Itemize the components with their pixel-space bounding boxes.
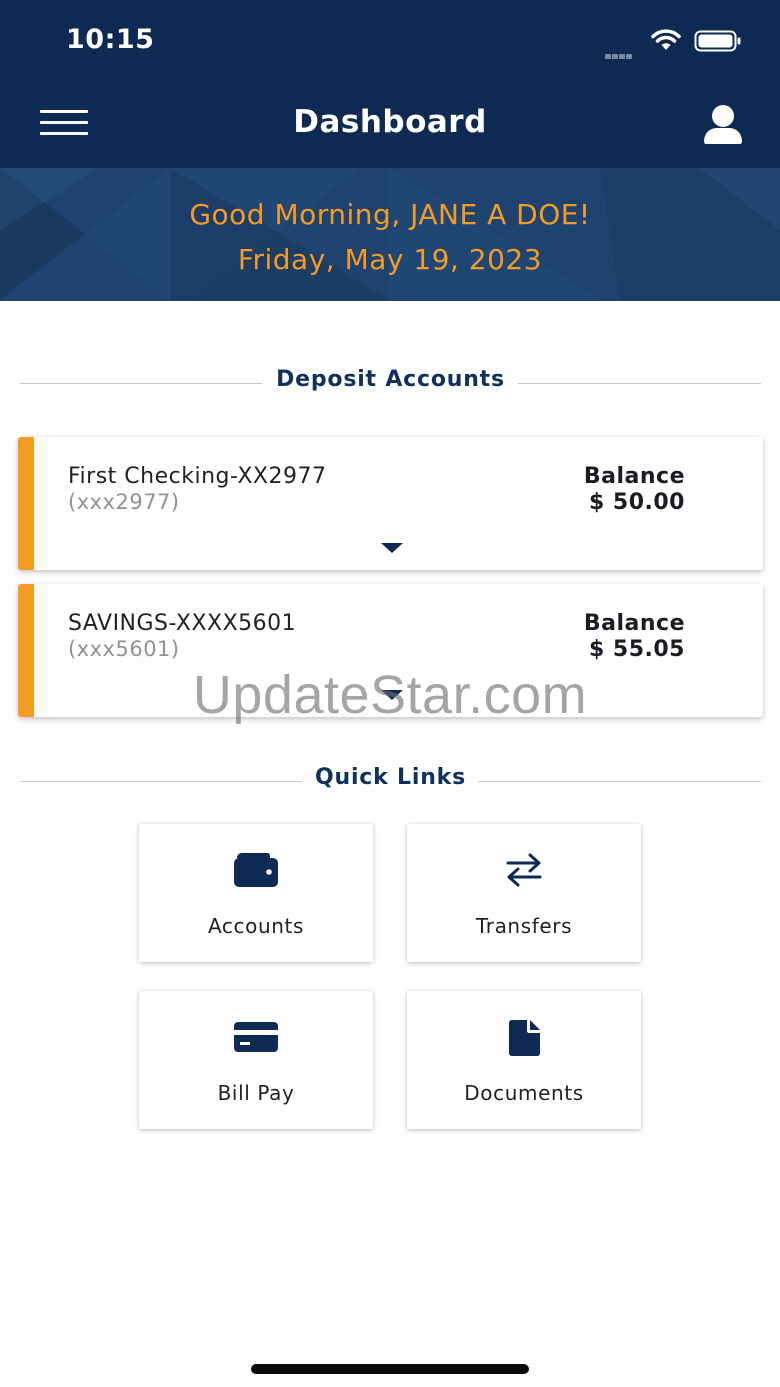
current-date: Friday, May 19, 2023 [237, 243, 543, 276]
page-title: Dashboard [293, 104, 487, 140]
app-header: 10:15 Dashboard Good Morning, JANE A DOE… [0, 0, 780, 301]
account-accent-bar [18, 437, 34, 570]
section-title: Quick Links [315, 765, 466, 790]
credit-card-icon [139, 1019, 373, 1059]
quick-link-label: Accounts [208, 914, 304, 938]
quick-link-label: Bill Pay [217, 1081, 295, 1105]
quick-links-heading: Quick Links [20, 765, 761, 795]
divider-line [478, 781, 761, 782]
account-name: First Checking-XX2977 [68, 464, 327, 489]
account-name: SAVINGS-XXXX5601 [68, 611, 297, 636]
greeting-text: Good Morning, JANE A DOE! [189, 198, 591, 231]
cellular-signal-icon [605, 44, 633, 63]
quick-link-bill-pay[interactable]: Bill Pay [139, 991, 373, 1129]
wallet-icon [139, 852, 373, 892]
home-indicator[interactable] [251, 1364, 529, 1374]
status-bar: 10:15 [0, 0, 780, 80]
navigation-bar: Dashboard [0, 90, 780, 160]
quick-link-documents[interactable]: Documents [407, 991, 641, 1129]
balance-amount: $ 55.05 [588, 637, 685, 662]
quick-link-label: Documents [464, 1081, 584, 1105]
section-title: Deposit Accounts [276, 367, 505, 392]
document-icon [407, 1019, 641, 1059]
balance-label: Balance [583, 611, 685, 636]
user-profile-icon[interactable] [700, 104, 746, 144]
status-time: 10:15 [66, 24, 155, 55]
battery-icon [694, 30, 741, 52]
account-number: (xxx5601) [68, 637, 180, 661]
account-card-checking[interactable]: First Checking-XX2977 (xxx2977) Balance … [18, 437, 763, 570]
quick-link-accounts[interactable]: Accounts [139, 824, 373, 962]
caret-down-icon[interactable] [380, 541, 404, 555]
balance-amount: $ 50.00 [588, 490, 685, 515]
deposit-accounts-heading: Deposit Accounts [20, 367, 761, 397]
divider-line [518, 383, 761, 384]
quick-link-label: Transfers [475, 914, 573, 938]
quick-link-transfers[interactable]: Transfers [407, 824, 641, 962]
wifi-icon [651, 29, 681, 50]
watermark-text: UpdateStar.com [192, 665, 588, 725]
transfer-arrows-icon [407, 852, 641, 892]
account-number: (xxx2977) [68, 490, 180, 514]
balance-label: Balance [583, 464, 685, 489]
